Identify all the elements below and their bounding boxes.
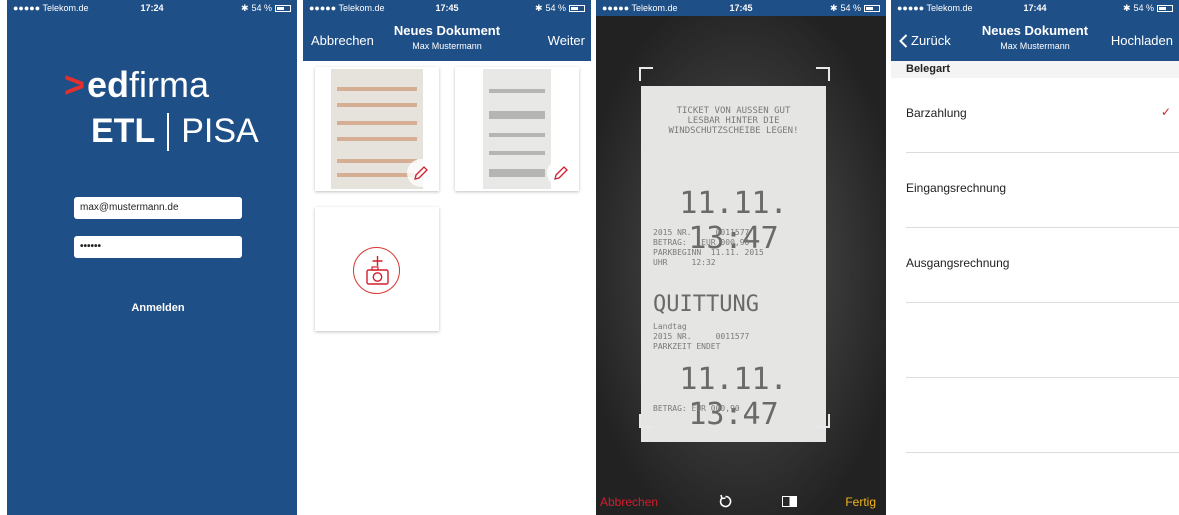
receipt-ink — [337, 121, 417, 125]
logo-chevron: > — [64, 64, 86, 105]
edfirma-logo: > ed firma — [64, 64, 209, 106]
logo-divider — [167, 112, 170, 151]
logo-etl: ETL — [91, 112, 156, 150]
receipt-ink — [489, 151, 545, 155]
email-field[interactable]: max@mustermann.de — [74, 197, 242, 219]
receipt-title: QUITTUNG — [653, 292, 759, 317]
document-thumbnail[interactable] — [315, 67, 439, 191]
status-bar: ●●●●● Telekom.de 17:24 ✱ 54 % — [7, 0, 297, 16]
crop-handle-top-left[interactable] — [639, 67, 653, 81]
password-field[interactable]: •••••• — [74, 236, 242, 258]
list-item-eingangsrechnung[interactable]: Eingangsrechnung — [906, 153, 1179, 228]
crop-handle-bottom-left[interactable] — [639, 414, 653, 428]
clock: 17:45 — [729, 3, 753, 13]
scanned-receipt: TICKET VON AUSSEN GUT LESBAR HINTER DIE … — [641, 86, 826, 442]
rotate-icon[interactable] — [718, 494, 733, 509]
receipt-ink — [337, 159, 417, 163]
receipt-ink — [489, 169, 545, 177]
logo-firma: firma — [129, 64, 210, 105]
crop-handle-bottom-right[interactable] — [816, 414, 830, 428]
add-photo-button[interactable] — [353, 247, 400, 294]
nav-bar: Zurück Neues Dokument Max Mustermann Hoc… — [891, 16, 1179, 61]
logo-ed: ed — [87, 64, 130, 105]
receipt-ink — [489, 133, 545, 137]
scan-toolbar: Abbrechen Fertig — [596, 487, 886, 515]
list-item-label: Eingangsrechnung — [906, 181, 1007, 195]
list-item-barzahlung[interactable]: Barzahlung ✓ — [906, 78, 1179, 153]
done-button[interactable]: Fertig — [845, 495, 876, 509]
section-header: Belegart — [891, 61, 1179, 78]
receipt-amount: BETRAG: EUR 000,90 — [653, 404, 740, 413]
crop-handle-top-right[interactable] — [816, 67, 830, 81]
scan-crop-screen: ●●●●● Telekom.de 17:45 ✱ 54 % TICKET VON … — [596, 0, 886, 515]
empty-row — [906, 378, 1179, 453]
receipt-ink — [337, 137, 417, 141]
clock: 17:24 — [140, 3, 164, 13]
empty-row — [906, 303, 1179, 378]
receipt-big-time: 11.11. 13:47 — [679, 362, 788, 432]
login-background: ●●●●● Telekom.de 17:24 ✱ 54 % > ed firma … — [7, 0, 297, 515]
list-item-label: Ausgangsrechnung — [906, 256, 1010, 270]
receipt-thumbnail-image — [483, 69, 551, 189]
login-button[interactable]: Anmelden — [74, 302, 242, 314]
battery-icon — [569, 4, 585, 12]
etl-pisa-logo: ETL PISA — [91, 112, 259, 151]
checkmark-icon: ✓ — [1160, 105, 1171, 119]
login-screen: ●●●●● Telekom.de 17:24 ✱ 54 % > ed firma … — [0, 0, 298, 515]
document-type-screen: ●●●●● Telekom.de 17:44 ✱ 54 % Zurück Neue… — [891, 0, 1179, 515]
edit-pencil-icon[interactable] — [547, 159, 575, 187]
document-grid — [303, 61, 591, 515]
next-button[interactable]: Weiter — [548, 33, 585, 48]
nav-bar: Abbrechen Neues Dokument Max Mustermann … — [303, 16, 591, 61]
list-item-ausgangsrechnung[interactable]: Ausgangsrechnung — [906, 228, 1179, 303]
receipt-ink — [337, 87, 417, 91]
status-bar: ●●●●● Telekom.de 17:44 ✱ 54 % — [891, 0, 1179, 16]
battery-icon — [1157, 4, 1173, 12]
receipt-ink — [489, 89, 545, 93]
edit-pencil-icon[interactable] — [407, 159, 435, 187]
upload-button[interactable]: Hochladen — [1111, 33, 1173, 48]
clock: 17:45 — [435, 3, 459, 13]
scan-viewport: TICKET VON AUSSEN GUT LESBAR HINTER DIE … — [596, 16, 886, 515]
receipt-lines: Landtag 2015 NR. 0011577 PARKZEIT ENDET — [653, 322, 750, 351]
cancel-button[interactable]: Abbrechen — [600, 495, 658, 509]
battery-icon — [864, 4, 880, 12]
battery-icon — [275, 4, 291, 12]
status-bar: ●●●●● Telekom.de 17:45 ✱ 54 % — [596, 0, 886, 16]
receipt-header: TICKET VON AUSSEN GUT LESBAR HINTER DIE … — [668, 106, 799, 136]
receipt-ink — [337, 103, 417, 107]
add-photo-card[interactable] — [315, 207, 439, 331]
list-item-label: Barzahlung — [906, 106, 967, 120]
clock: 17:44 — [1023, 3, 1047, 13]
logo-pisa: PISA — [181, 112, 259, 150]
camera-plus-icon — [366, 256, 389, 285]
filter-icon[interactable] — [782, 496, 797, 507]
document-grid-screen: ●●●●● Telekom.de 17:45 ✱ 54 % Abbrechen N… — [303, 0, 591, 515]
status-bar: ●●●●● Telekom.de 17:45 ✱ 54 % — [303, 0, 591, 16]
receipt-ink — [337, 173, 417, 177]
receipt-ink — [489, 111, 545, 119]
document-type-list: Belegart Barzahlung ✓ Eingangsrechnung A… — [891, 61, 1179, 515]
receipt-lines: 2015 NR. 0011577 BETRAG: EUR 000,90 PARK… — [653, 228, 764, 267]
document-thumbnail[interactable] — [455, 67, 579, 191]
